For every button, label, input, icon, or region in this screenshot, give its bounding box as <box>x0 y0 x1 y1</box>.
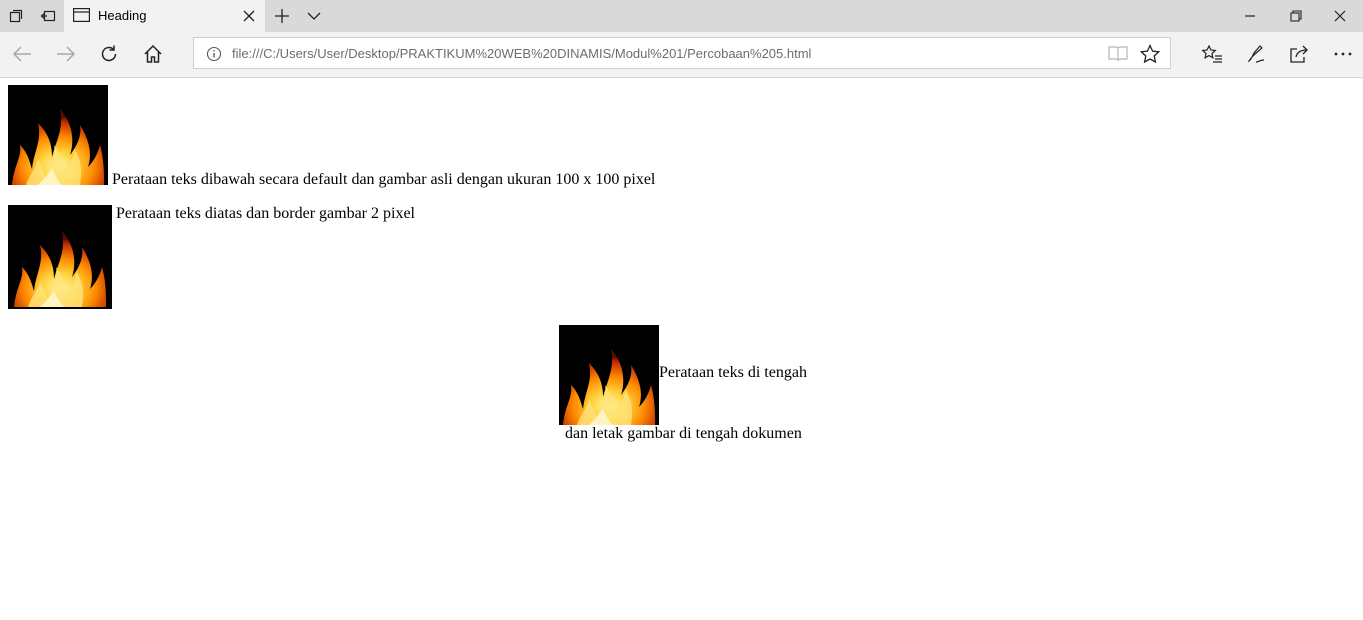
page-icon <box>73 8 91 23</box>
navigation-bar: file:///C:/Users/User/Desktop/PRAKTIKUM%… <box>0 32 1363 78</box>
reading-view-icon[interactable] <box>1106 42 1130 66</box>
restore-icon[interactable] <box>1273 0 1319 32</box>
text-top-alignment: Perataan teks diatas dan border gambar 2… <box>116 205 415 222</box>
tab-heading[interactable]: Heading <box>64 0 265 32</box>
forward-arrow-icon[interactable] <box>46 36 86 72</box>
new-tab-icon[interactable] <box>266 0 298 32</box>
minimize-icon[interactable] <box>1227 0 1273 32</box>
url-text: file:///C:/Users/User/Desktop/PRAKTIKUM%… <box>232 46 812 61</box>
page-content: Perataan teks dibawah secara default dan… <box>0 78 1363 620</box>
more-options-icon[interactable] <box>1323 36 1363 72</box>
tab-title: Heading <box>98 8 147 23</box>
refresh-icon[interactable] <box>89 36 129 72</box>
pen-notes-icon[interactable] <box>1236 36 1276 72</box>
share-icon[interactable] <box>1279 36 1319 72</box>
address-bar[interactable]: file:///C:/Users/User/Desktop/PRAKTIKUM%… <box>193 37 1171 69</box>
tab-preview-chevron-down-icon[interactable] <box>298 0 330 32</box>
close-tab-icon[interactable] <box>239 6 259 26</box>
fire-image-default <box>8 85 108 185</box>
back-arrow-icon[interactable] <box>2 36 42 72</box>
home-icon[interactable] <box>133 36 173 72</box>
site-info-icon[interactable] <box>206 46 222 62</box>
title-bar: Heading <box>0 0 1363 32</box>
close-window-icon[interactable] <box>1317 0 1363 32</box>
text-center-document: dan letak gambar di tengah dokumen <box>565 425 802 442</box>
favorites-hub-icon[interactable] <box>1192 36 1232 72</box>
tab-actions-icon[interactable] <box>0 0 32 32</box>
set-aside-tabs-icon[interactable] <box>32 0 64 32</box>
fire-image-bordered <box>8 205 112 309</box>
favorite-star-icon[interactable] <box>1138 42 1162 66</box>
text-center-alignment: Perataan teks di tengah <box>659 364 807 381</box>
text-default-alignment: Perataan teks dibawah secara default dan… <box>112 171 656 188</box>
fire-image-centered <box>559 325 659 425</box>
